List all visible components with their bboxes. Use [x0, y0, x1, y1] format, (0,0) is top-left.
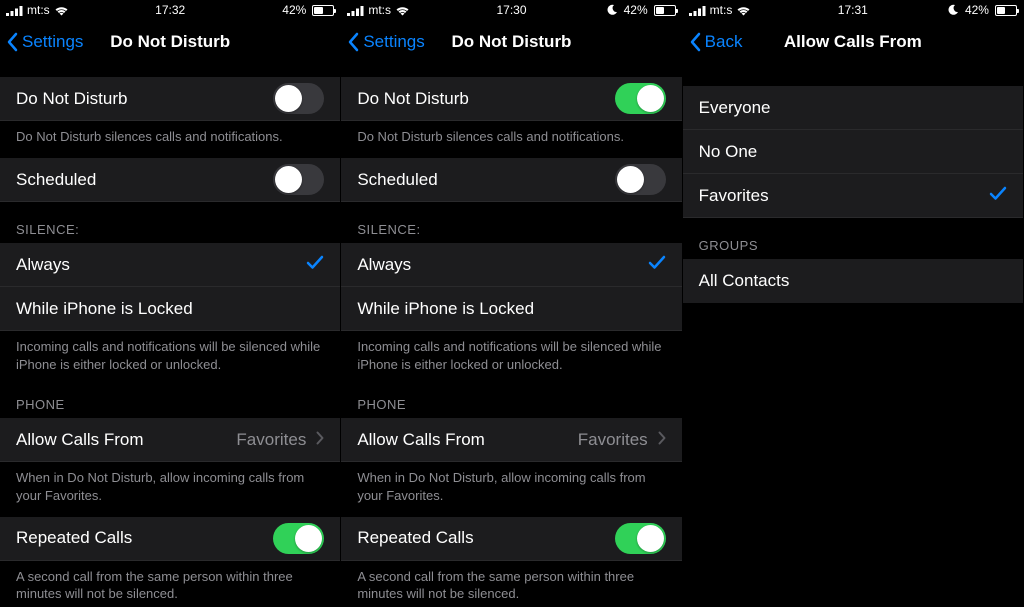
dnd-footer: Do Not Disturb silences calls and notifi… [0, 121, 340, 150]
allow-option-favorites[interactable]: Favorites [683, 174, 1023, 218]
repeated-footer: A second call from the same person withi… [341, 561, 681, 607]
carrier-label: mt:s [710, 3, 733, 17]
back-button[interactable]: Settings [6, 32, 83, 52]
status-bar: mt:s 17:31 42% [683, 0, 1023, 20]
silence-footer: Incoming calls and notifications will be… [341, 331, 681, 377]
allow-calls-row[interactable]: Allow Calls From Favorites [341, 418, 681, 462]
chevron-right-icon [658, 430, 666, 450]
allow-calls-value: Favorites [236, 430, 306, 450]
chevron-left-icon [347, 32, 359, 52]
dnd-toggle[interactable] [615, 83, 666, 114]
silence-header: SILENCE: [0, 202, 340, 243]
dnd-toggle-row[interactable]: Do Not Disturb [341, 77, 681, 121]
screen-1-dnd-off: mt:s 17:32 42% Settings Do Not Disturb D… [0, 0, 341, 607]
screen-2-dnd-on: mt:s 17:30 42% Settings Do Not Disturb D… [341, 0, 682, 607]
nav-bar: Settings Do Not Disturb [0, 20, 340, 64]
battery-percent: 42% [282, 3, 306, 17]
silence-option-locked[interactable]: While iPhone is Locked [341, 287, 681, 331]
repeated-calls-row[interactable]: Repeated Calls [341, 517, 681, 561]
silence-footer: Incoming calls and notifications will be… [0, 331, 340, 377]
repeated-toggle[interactable] [273, 523, 324, 554]
battery-icon [654, 5, 676, 16]
dnd-label: Do Not Disturb [16, 89, 273, 109]
repeated-footer: A second call from the same person withi… [0, 561, 340, 607]
phone-header: PHONE [341, 377, 681, 418]
scheduled-label: Scheduled [357, 170, 614, 190]
carrier-label: mt:s [368, 3, 391, 17]
battery-icon [312, 5, 334, 16]
back-label: Settings [363, 32, 424, 52]
screen-3-allow-calls: mt:s 17:31 42% Back Allow Calls From Eve… [683, 0, 1024, 607]
status-time: 17:30 [457, 3, 566, 17]
status-bar: mt:s 17:30 42% [341, 0, 681, 20]
silence-header: SILENCE: [341, 202, 681, 243]
repeated-calls-row[interactable]: Repeated Calls [0, 517, 340, 561]
allow-option-everyone[interactable]: Everyone [683, 86, 1023, 130]
dnd-toggle[interactable] [273, 83, 324, 114]
allow-calls-footer: When in Do Not Disturb, allow incoming c… [0, 462, 340, 508]
checkmark-icon [306, 254, 324, 275]
allow-calls-footer: When in Do Not Disturb, allow incoming c… [341, 462, 681, 508]
checkmark-icon [989, 185, 1007, 206]
wifi-icon [395, 5, 410, 16]
repeated-toggle[interactable] [615, 523, 666, 554]
chevron-left-icon [689, 32, 701, 52]
groups-header: GROUPS [683, 218, 1023, 259]
wifi-icon [736, 5, 751, 16]
silence-option-always[interactable]: Always [0, 243, 340, 287]
status-time: 17:32 [115, 3, 224, 17]
back-label: Back [705, 32, 743, 52]
scheduled-toggle-row[interactable]: Scheduled [0, 158, 340, 202]
status-time: 17:31 [798, 3, 907, 17]
chevron-left-icon [6, 32, 18, 52]
cellular-signal-icon [6, 5, 23, 16]
scheduled-toggle-row[interactable]: Scheduled [341, 158, 681, 202]
status-bar: mt:s 17:32 42% [0, 0, 340, 20]
battery-percent: 42% [624, 3, 648, 17]
dnd-footer: Do Not Disturb silences calls and notifi… [341, 121, 681, 150]
carrier-label: mt:s [27, 3, 50, 17]
checkmark-icon [648, 254, 666, 275]
back-button[interactable]: Back [689, 32, 743, 52]
dnd-toggle-row[interactable]: Do Not Disturb [0, 77, 340, 121]
allow-option-noone[interactable]: No One [683, 130, 1023, 174]
back-button[interactable]: Settings [347, 32, 424, 52]
allow-calls-row[interactable]: Allow Calls From Favorites [0, 418, 340, 462]
scheduled-toggle[interactable] [273, 164, 324, 195]
silence-option-always[interactable]: Always [341, 243, 681, 287]
battery-icon [995, 5, 1017, 16]
dnd-label: Do Not Disturb [357, 89, 614, 109]
battery-percent: 42% [965, 3, 989, 17]
cellular-signal-icon [347, 5, 364, 16]
allow-calls-value: Favorites [578, 430, 648, 450]
group-all-contacts[interactable]: All Contacts [683, 259, 1023, 303]
moon-icon [947, 4, 959, 16]
phone-header: PHONE [0, 377, 340, 418]
moon-icon [606, 4, 618, 16]
back-label: Settings [22, 32, 83, 52]
scheduled-label: Scheduled [16, 170, 273, 190]
wifi-icon [54, 5, 69, 16]
cellular-signal-icon [689, 5, 706, 16]
chevron-right-icon [316, 430, 324, 450]
silence-option-locked[interactable]: While iPhone is Locked [0, 287, 340, 331]
nav-bar: Back Allow Calls From [683, 20, 1023, 64]
nav-bar: Settings Do Not Disturb [341, 20, 681, 64]
scheduled-toggle[interactable] [615, 164, 666, 195]
